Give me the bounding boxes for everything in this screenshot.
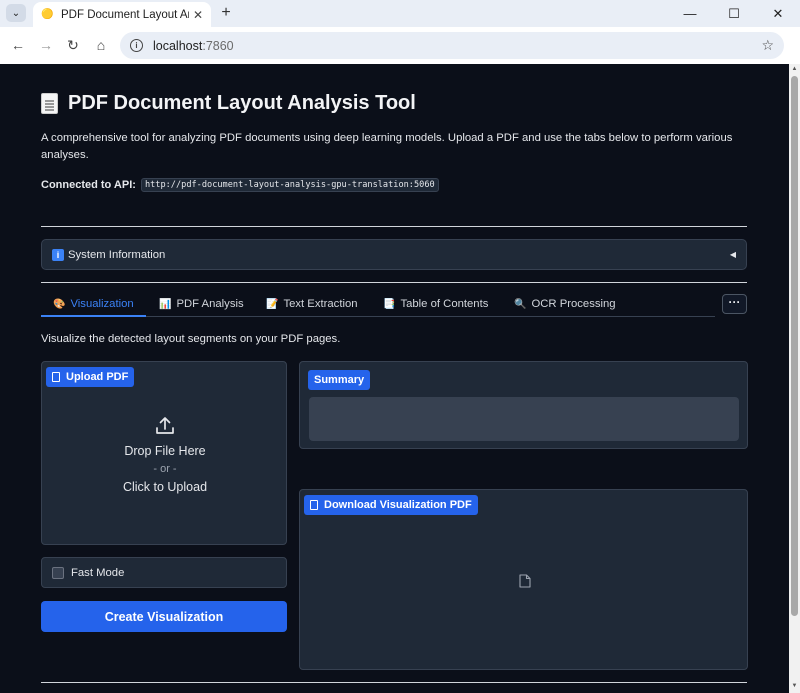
summary-label: Summary [308, 370, 371, 390]
tab-pdf-analysis[interactable]: 📊 PDF Analysis [159, 298, 244, 310]
tab-visualization[interactable]: 🎨 Visualization [53, 298, 134, 310]
page-title: PDF Document Layout Analysis Tool [41, 92, 416, 115]
tab-label: OCR Processing [531, 298, 616, 310]
fast-mode-checkbox[interactable] [52, 566, 64, 579]
api-label: Connected to API: [41, 179, 136, 191]
close-window-icon[interactable]: ✕ [756, 0, 800, 27]
scroll-down-arrow-icon[interactable]: ▼ [791, 683, 798, 691]
scroll-up-arrow-icon[interactable]: ▲ [791, 66, 798, 74]
bookmark-tabs-icon: 📑 [383, 298, 396, 310]
divider [41, 682, 747, 683]
tab-bar: 🎨 Visualization 📊 PDF Analysis 📝 Text Ex… [41, 290, 747, 320]
browser-chrome: ⌄ 🟡 PDF Document Layout Anal ✕ + — ☐ ✕ ←… [0, 0, 800, 64]
fast-mode-label: Fast Mode [71, 566, 125, 579]
summary-textbox[interactable] [309, 397, 739, 441]
divider [41, 226, 747, 227]
browser-tab[interactable]: 🟡 PDF Document Layout Anal ✕ [33, 2, 211, 27]
url-host: localhost [153, 38, 203, 53]
palette-icon: 🎨 [53, 298, 66, 310]
page-scrollbar[interactable]: ▲ ▼ [789, 64, 800, 693]
divider [41, 282, 747, 283]
tab-title: PDF Document Layout Anal [61, 8, 189, 21]
drop-file-text: Drop File Here [124, 444, 206, 458]
minimize-icon[interactable]: — [668, 0, 712, 27]
back-arrow-icon[interactable]: ← [9, 36, 27, 54]
active-tab-indicator [41, 315, 146, 317]
reload-icon[interactable]: ↻ [64, 36, 82, 54]
home-icon[interactable]: ⌂ [92, 36, 110, 54]
click-to-upload-text: Click to Upload [122, 480, 208, 494]
fast-mode-checkbox-row[interactable]: Fast Mode [41, 557, 287, 588]
page-facing-up-icon [41, 93, 58, 114]
system-info-label: System Information [68, 248, 166, 261]
info-icon: i [52, 248, 64, 261]
tab-label: Text Extraction [283, 298, 358, 310]
tab-table-of-contents[interactable]: 📑 Table of Contents [383, 298, 488, 310]
visualization-description: Visualize the detected layout segments o… [41, 333, 341, 345]
tab-search-chevron-icon[interactable]: ⌄ [6, 4, 26, 22]
gradio-favicon-icon: 🟡 [41, 8, 54, 20]
upload-prompt: Drop File Here - or - Click to Upload [42, 416, 288, 496]
scrollbar-thumb[interactable] [791, 76, 798, 616]
upload-icon [156, 417, 174, 434]
caret-left-icon: ◀ [729, 250, 736, 259]
memo-icon: 📝 [266, 298, 279, 310]
tab-close-icon[interactable]: ✕ [193, 8, 203, 22]
url-port: :7860 [202, 38, 234, 53]
page-title-text: PDF Document Layout Analysis Tool [68, 92, 416, 114]
tab-text-extraction[interactable]: 📝 Text Extraction [266, 298, 358, 310]
bookmark-star-icon[interactable]: ☆ [761, 37, 774, 54]
upload-pdf-dropzone[interactable]: Upload PDF Drop File Here - or - Click t… [41, 361, 287, 545]
download-visualization-panel: Download Visualization PDF [299, 489, 748, 670]
tab-label: PDF Analysis [176, 298, 244, 310]
magnifier-icon: 🔍 [514, 298, 527, 310]
create-visualization-button[interactable]: Create Visualization [41, 601, 287, 632]
page-viewport: PDF Document Layout Analysis Tool A comp… [0, 64, 789, 693]
upload-pdf-label: Upload PDF [46, 367, 135, 387]
more-tabs-button[interactable]: ··· [722, 294, 747, 314]
tab-label: Table of Contents [400, 298, 489, 310]
file-icon [310, 500, 318, 510]
or-text: - or - [153, 463, 177, 475]
api-connection-line: Connected to API: http://pdf-document-la… [41, 178, 439, 192]
new-tab-plus-icon[interactable]: + [217, 4, 235, 22]
bar-chart-icon: 📊 [159, 298, 172, 310]
browser-toolbar: ← → ↻ ⌂ i localhost:7860 ☆ [0, 27, 800, 64]
empty-file-icon [519, 574, 531, 588]
tab-ocr-processing[interactable]: 🔍 OCR Processing [514, 298, 616, 310]
system-info-accordion[interactable]: i System Information ◀ [41, 239, 747, 270]
tab-label: Visualization [70, 298, 134, 310]
file-icon [52, 372, 60, 382]
download-visualization-label: Download Visualization PDF [304, 495, 478, 515]
forward-arrow-icon[interactable]: → [37, 36, 55, 54]
site-info-icon[interactable]: i [130, 39, 143, 52]
api-url: http://pdf-document-layout-analysis-gpu-… [140, 178, 439, 192]
page-description: A comprehensive tool for analyzing PDF d… [41, 132, 733, 161]
summary-panel: Summary [299, 361, 748, 449]
window-controls: — ☐ ✕ [668, 0, 800, 27]
maximize-icon[interactable]: ☐ [712, 0, 756, 27]
tab-strip: ⌄ 🟡 PDF Document Layout Anal ✕ + — ☐ ✕ [0, 0, 800, 27]
address-bar[interactable]: i localhost:7860 ☆ [120, 32, 784, 59]
